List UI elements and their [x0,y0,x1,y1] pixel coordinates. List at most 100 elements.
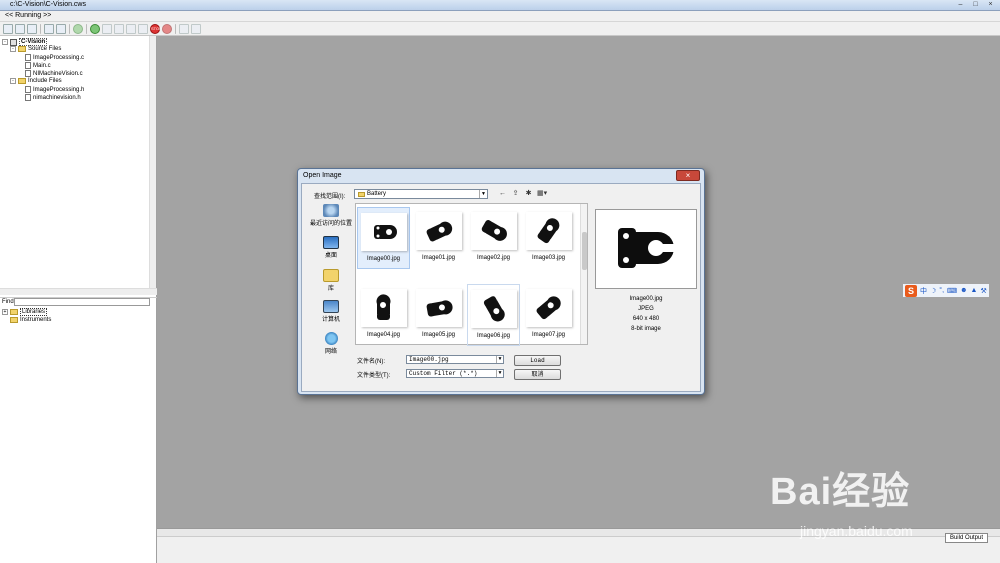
file-name: Image02.jpg [476,255,511,261]
new-project-icon[interactable] [3,23,13,34]
up-folder-icon[interactable]: ⇪ [511,189,520,198]
ime-toolbar: S 中 ☽ °, ⌨ ☻ ▲ ⚒ [903,284,989,297]
file-thumbnail[interactable]: Image02.jpg [467,207,520,269]
open-folder-icon[interactable] [27,23,37,34]
place-library[interactable]: 库 [310,269,352,292]
chevron-down-icon[interactable]: ▼ [496,370,503,377]
close-icon[interactable]: × [985,0,996,9]
view-menu-icon[interactable]: ▦▾ [537,189,547,198]
tree-source-folder[interactable]: - Source Files [10,46,61,52]
ime-moon-icon[interactable]: ☽ [930,287,936,295]
break-icon[interactable] [138,23,148,34]
collapse-icon[interactable]: - [10,46,16,52]
open-project-icon[interactable] [15,23,25,34]
step-over-icon[interactable] [102,23,112,34]
image-preview [595,209,697,289]
tree-file[interactable]: NIMachineVision.c [25,70,83,77]
build-output-tab[interactable]: Build Output [944,533,988,543]
tree-horizontal-scrollbar[interactable] [0,288,157,295]
collapse-icon[interactable]: - [2,39,8,45]
project-tree: - C-Vision - Source Files ImageProcessin… [0,36,150,288]
dialog-title: Open Image [303,172,342,179]
build-icon[interactable] [44,23,54,34]
source-folder-label: Source Files [28,46,62,52]
stop-build-icon[interactable] [56,23,66,34]
run-icon[interactable] [73,23,83,34]
watch-icon[interactable] [191,23,201,34]
file-name: Image01.jpg [421,255,456,261]
ime-shirt-icon[interactable]: ▲ [971,287,978,294]
ime-punct-icon[interactable]: °, [939,287,944,294]
part-image-icon [470,212,517,250]
ime-wrench-icon[interactable]: ⚒ [980,287,986,295]
new-folder-icon[interactable]: ✱ [524,189,533,198]
tree-include-folder[interactable]: - Include Files [10,78,62,84]
place-network[interactable]: 网络 [310,332,352,355]
file-name: Image06.jpg [476,333,511,339]
sogou-icon[interactable]: S [905,284,917,297]
toolbar-separator [40,23,41,34]
chevron-down-icon[interactable]: ▼ [496,356,503,363]
step-into-icon[interactable] [114,23,124,34]
running-status: << Running >> [5,12,52,19]
debug-run-icon[interactable] [90,23,100,34]
window-title: c:\C-Vision\C-Vision.cws [10,1,86,8]
computer-icon [323,300,339,313]
minimize-icon[interactable]: – [955,0,966,9]
file-name: Image05.jpg [421,332,456,338]
load-button[interactable]: Load [514,355,561,366]
tree-file[interactable]: Main.c [25,62,51,69]
filetype-dropdown[interactable]: Custom Filter (*.*) ▼ [406,369,504,378]
place-computer[interactable]: 计算机 [310,300,352,323]
preview-format: JPEG [638,306,654,312]
library-item[interactable]: Instruments [10,317,51,323]
tree-file[interactable]: ImageProcessing.c [25,54,84,61]
part-image-icon [525,212,572,250]
file-thumbnail[interactable]: Image04.jpg [357,284,410,346]
lookin-dropdown[interactable]: Battery ▼ [354,189,488,199]
file-thumbnail[interactable]: Image07.jpg [522,284,575,346]
tree-file[interactable]: ImageProcessing.h [25,86,84,93]
ime-user-icon[interactable]: ☻ [960,287,967,294]
close-icon[interactable]: × [676,170,700,181]
file-name: Image04.jpg [366,332,401,338]
preview-part-image [618,228,676,268]
places-bar: 最近访问的位置 桌面 库 计算机 网络 [310,204,352,374]
ime-keyboard-icon[interactable]: ⌨ [947,287,957,295]
expand-icon[interactable]: + [2,309,8,315]
lookin-value: Battery [367,191,387,197]
folder-icon [10,309,18,315]
library-label: Instruments [20,317,52,323]
place-desktop[interactable]: 桌面 [310,236,352,259]
file-label: ImageProcessing.c [33,54,85,61]
tree-project-row[interactable]: - C-Vision [2,38,48,46]
breakpoint-icon[interactable] [179,23,189,34]
place-recent[interactable]: 最近访问的位置 [310,204,352,227]
back-arrow-icon[interactable]: ← [498,189,507,198]
file-thumbnail[interactable]: Image06.jpg [467,284,520,346]
find-input[interactable] [14,298,150,306]
open-image-dialog: Open Image × 查找范围(I): Battery ▼ ← ⇪ ✱ ▦▾… [297,168,705,395]
scrollbar-thumb[interactable] [582,232,587,270]
filename-field[interactable]: Image00.jpg ▼ [406,355,504,364]
stop-icon[interactable]: STOP [150,23,162,34]
library-item[interactable]: + Libraries [2,308,48,316]
file-thumbnail[interactable]: Image01.jpg [412,207,465,269]
window-controls: – □ × [955,0,996,9]
file-thumbnail[interactable]: Image05.jpg [412,284,465,346]
step-out-icon[interactable] [126,23,136,34]
maximize-icon[interactable]: □ [970,0,981,9]
collapse-icon[interactable]: - [10,78,16,84]
tree-file[interactable]: nimachinevision.h [25,94,81,101]
find-bar: Find [0,297,157,306]
file-list-scrollbar[interactable] [580,204,587,344]
chevron-down-icon[interactable]: ▼ [479,190,487,198]
tree-vertical-scrollbar[interactable] [149,36,156,288]
ime-chinese-icon[interactable]: 中 [920,286,927,296]
file-thumbnail[interactable]: Image03.jpg [522,207,575,269]
title-bar: c:\C-Vision\C-Vision.cws – □ × [0,0,1000,11]
filetype-value: Custom Filter (*.*) [409,370,478,377]
cancel-button[interactable]: 取消 [514,369,561,380]
file-thumbnail[interactable]: Image00.jpg [357,207,410,269]
terminate-icon[interactable] [162,23,172,34]
